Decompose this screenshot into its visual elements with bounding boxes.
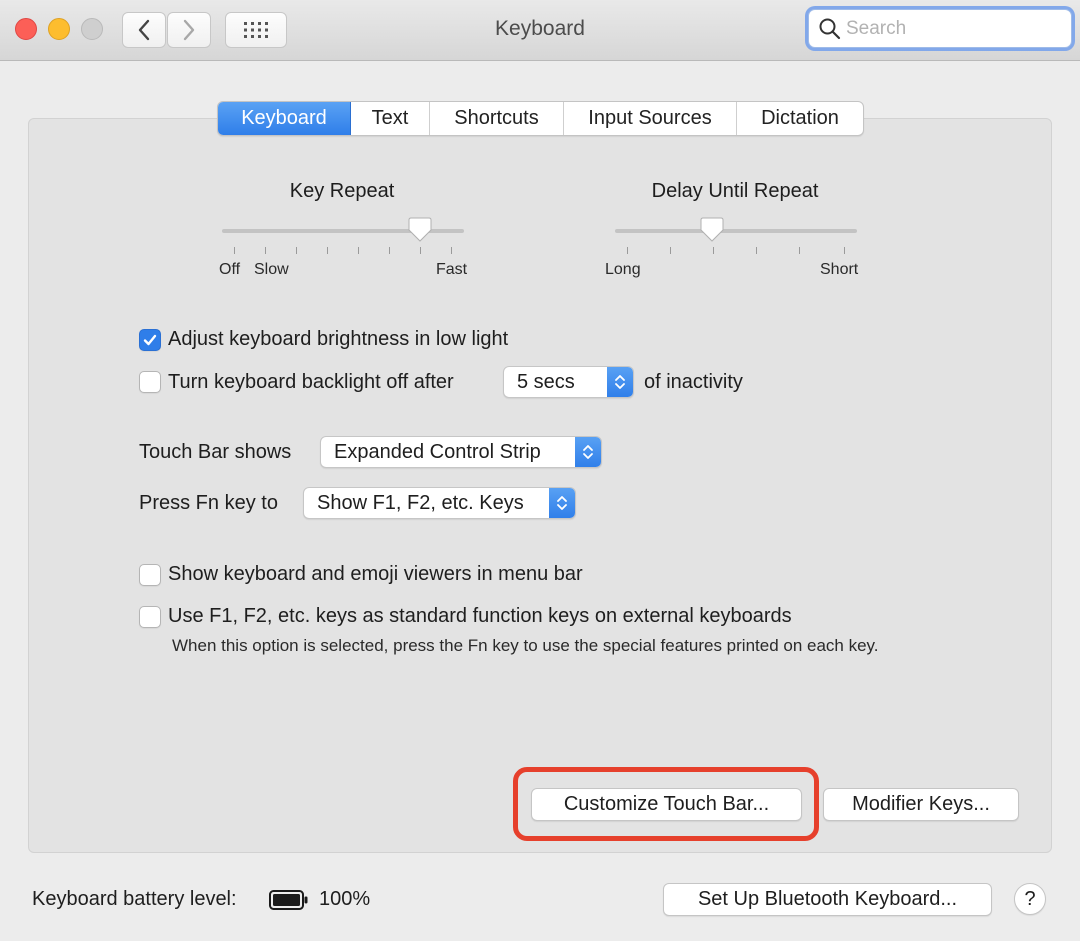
fn-key-popup[interactable]: Show F1, F2, etc. Keys — [303, 487, 576, 519]
updown-arrows-icon — [549, 488, 575, 518]
set-up-bluetooth-keyboard-button[interactable]: Set Up Bluetooth Keyboard... — [663, 883, 992, 916]
tab-text[interactable]: Text — [351, 102, 430, 135]
function-keys-label: Use F1, F2, etc. keys as standard functi… — [168, 605, 792, 627]
function-keys-checkbox[interactable] — [139, 606, 161, 628]
backlight-timeout-value: 5 secs — [517, 370, 575, 393]
delay-tick — [756, 247, 757, 254]
touch-bar-label: Touch Bar shows — [139, 441, 292, 463]
brightness-checkbox[interactable] — [139, 329, 161, 351]
key-repeat-tick — [389, 247, 390, 254]
battery-fill — [273, 894, 300, 906]
search-icon — [819, 18, 841, 39]
key-repeat-tick — [451, 247, 452, 254]
help-button[interactable]: ? — [1014, 883, 1046, 915]
delay-tick — [799, 247, 800, 254]
key-repeat-thumb[interactable] — [407, 217, 433, 243]
tab-dictation[interactable]: Dictation — [737, 102, 863, 135]
delay-tick — [627, 247, 628, 254]
viewers-label: Show keyboard and emoji viewers in menu … — [168, 563, 583, 585]
keyboard-settings-panel — [28, 118, 1052, 853]
backlight-checkbox[interactable] — [139, 371, 161, 393]
delay-tick — [844, 247, 845, 254]
backlight-timeout-popup[interactable]: 5 secs — [503, 366, 634, 398]
battery-label: Keyboard battery level: — [32, 888, 237, 910]
key-repeat-tick — [420, 247, 421, 254]
key-repeat-tick — [234, 247, 235, 254]
delay-short-label: Short — [820, 261, 859, 278]
key-repeat-slow-label: Slow — [254, 261, 289, 278]
touch-bar-value: Expanded Control Strip — [334, 440, 541, 463]
highlight-annotation — [513, 767, 819, 841]
key-repeat-fast-label: Fast — [436, 261, 468, 278]
delay-track — [615, 229, 857, 233]
search-input[interactable] — [846, 17, 1066, 40]
tab-shortcuts[interactable]: Shortcuts — [430, 102, 564, 135]
key-repeat-off-label: Off — [219, 261, 241, 278]
key-repeat-tick — [296, 247, 297, 254]
key-repeat-slider[interactable] — [222, 215, 464, 255]
tab-keyboard[interactable]: Keyboard — [218, 102, 351, 135]
search-field[interactable] — [808, 9, 1072, 48]
delay-until-repeat-slider[interactable] — [615, 215, 857, 255]
key-repeat-title: Key Repeat — [289, 180, 395, 202]
key-repeat-tick — [358, 247, 359, 254]
brightness-label: Adjust keyboard brightness in low light — [168, 328, 509, 350]
tab-bar: Keyboard Text Shortcuts Input Sources Di… — [217, 101, 864, 136]
tab-input-sources[interactable]: Input Sources — [564, 102, 737, 135]
updown-arrows-icon — [575, 437, 601, 467]
updown-arrows-icon — [607, 367, 633, 397]
key-repeat-tick — [265, 247, 266, 254]
backlight-label: Turn keyboard backlight off after — [168, 371, 454, 393]
function-keys-note: When this option is selected, press the … — [172, 636, 879, 655]
battery-icon — [269, 890, 308, 910]
fn-key-label: Press Fn key to — [139, 492, 278, 514]
delay-until-repeat-title: Delay Until Repeat — [651, 180, 819, 202]
modifier-keys-button[interactable]: Modifier Keys... — [823, 788, 1019, 821]
delay-until-repeat-thumb[interactable] — [699, 217, 725, 243]
delay-tick — [670, 247, 671, 254]
delay-long-label: Long — [605, 261, 641, 278]
viewers-checkbox[interactable] — [139, 564, 161, 586]
battery-value: 100% — [319, 888, 371, 910]
delay-tick — [713, 247, 714, 254]
fn-key-value: Show F1, F2, etc. Keys — [317, 491, 524, 514]
touch-bar-popup[interactable]: Expanded Control Strip — [320, 436, 602, 468]
checkmark-icon — [143, 334, 157, 346]
key-repeat-tick — [327, 247, 328, 254]
backlight-suffix-label: of inactivity — [644, 371, 743, 393]
